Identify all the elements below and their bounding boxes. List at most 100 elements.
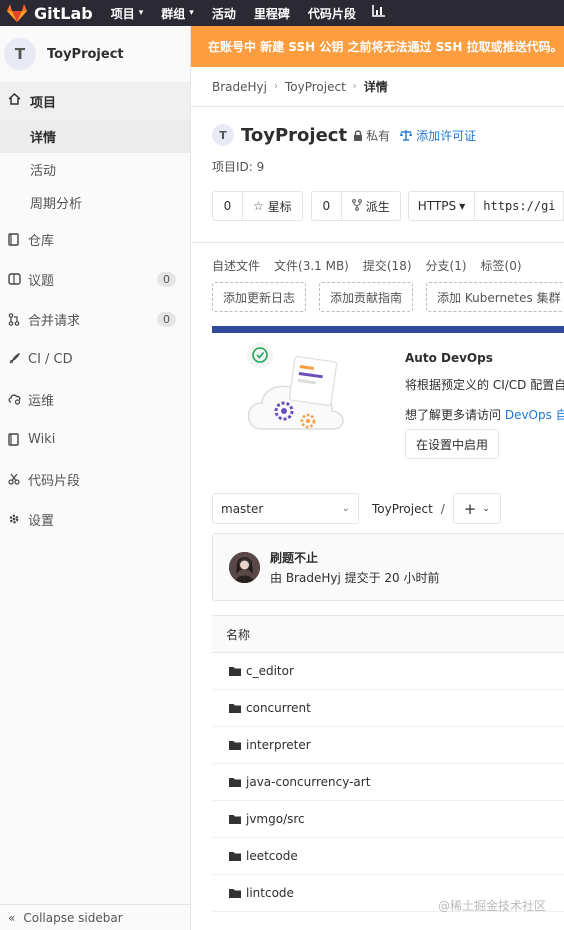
folder-icon (229, 703, 241, 713)
breadcrumb-current[interactable]: 详情 (364, 78, 388, 95)
add-changelog-button[interactable]: 添加更新日志 (212, 282, 307, 312)
watermark: @稀土掘金技术社区 (437, 899, 546, 913)
star-button-group: 0 ☆ 星标 (212, 191, 303, 221)
sidebar-project-header[interactable]: T ToyProject (0, 26, 190, 82)
project-avatar: T (212, 124, 234, 146)
nav-snippets[interactable]: 代码片段 (308, 5, 356, 22)
add-license-label: 添加许可证 (416, 128, 477, 143)
collapse-sidebar-label: Collapse sidebar (23, 910, 123, 925)
scale-icon (400, 129, 413, 141)
sidebar-item-label: CI / CD (28, 351, 73, 367)
stat-branches[interactable]: 分支(1) (426, 257, 467, 274)
breadcrumb: BradeHyj › ToyProject › 详情 (191, 67, 564, 107)
fork-label: 派生 (365, 199, 390, 214)
table-row[interactable]: java-concurrency-art (212, 764, 564, 801)
avatar[interactable] (229, 551, 260, 583)
plus-icon: + (463, 499, 477, 518)
commit-message[interactable]: 刷题不止 (270, 549, 440, 566)
project-id-value: 9 (256, 160, 265, 174)
fork-count[interactable]: 0 (312, 192, 342, 220)
sidebar-item-project[interactable]: 项目 (0, 82, 190, 120)
nav-milestones[interactable]: 里程碑 (254, 5, 290, 22)
nav-snippets-label: 代码片段 (307, 6, 356, 21)
folder-icon (229, 814, 241, 824)
sidebar-item-ci-cd[interactable]: CI / CD (0, 339, 190, 379)
enable-in-settings-button[interactable]: 在设置中启用 (405, 429, 500, 459)
book-icon (8, 432, 22, 446)
commit-meta: 由 BradeHyj 提交于 20 小时前 (270, 570, 440, 585)
clone-protocol-dropdown[interactable]: HTTPS ▼ (407, 191, 476, 221)
branch-name: master (221, 501, 264, 516)
table-row[interactable]: c_editor (212, 653, 564, 690)
chevron-down-icon: ▾ (189, 8, 194, 18)
table-header: 名称 (212, 616, 564, 653)
ssh-key-alert[interactable]: 在账号中 新建 SSH 公钥 之前将无法通过 SSH 拉取或推送代码。 (191, 26, 564, 67)
auto-devops-description: 将根据预定义的 CI/CD 配置自 (405, 378, 564, 392)
add-license-link[interactable]: 添加许可证 (400, 127, 476, 144)
project-avatar: T (4, 38, 36, 70)
fork-icon (351, 198, 362, 214)
stat-files[interactable]: 文件(3.1 MB) (274, 257, 349, 274)
progress-bar (212, 326, 564, 333)
file-name: leetcode (246, 849, 298, 863)
sidebar-item-settings[interactable]: 设置 (0, 499, 190, 539)
sidebar-item-snippets[interactable]: 代码片段 (0, 459, 190, 499)
sidebar-item-label: 设置 (28, 513, 55, 529)
nav-projects[interactable]: 项目 ▾ (111, 5, 144, 22)
devops-docs-link[interactable]: DevOps 自 (505, 408, 564, 422)
stat-readme[interactable]: 自述文件 (212, 257, 260, 274)
sidebar-subitem-cycle-analytics[interactable]: 周期分析 (0, 186, 190, 219)
folder-icon (229, 777, 241, 787)
nav-activity[interactable]: 活动 (212, 5, 236, 22)
sidebar-subitem-activity[interactable]: 活动 (0, 153, 190, 186)
sidebar-item-label: 代码片段 (28, 473, 81, 489)
clone-url-input[interactable]: https://gi (475, 191, 564, 221)
issues-icon (8, 273, 22, 285)
star-count[interactable]: 0 (213, 192, 243, 220)
collapse-sidebar-button[interactable]: « Collapse sidebar (0, 904, 191, 930)
chevron-right-icon: › (352, 81, 357, 92)
book-icon (8, 232, 22, 246)
add-kubernetes-button[interactable]: 添加 Kubernetes 集群 (426, 282, 564, 312)
stat-tags[interactable]: 标签(0) (481, 257, 522, 274)
add-file-dropdown[interactable]: + ⌄ (452, 493, 501, 524)
table-row[interactable]: leetcode (212, 838, 564, 875)
table-row[interactable]: interpreter (212, 727, 564, 764)
chevron-down-icon: ⌄ (341, 503, 350, 514)
breadcrumb-project[interactable]: ToyProject (285, 80, 346, 94)
nav-activity-label: 活动 (211, 6, 236, 21)
sidebar-item-label: 运维 (28, 393, 55, 409)
file-name: interpreter (246, 738, 311, 752)
sidebar-item-operations[interactable]: 运维 (0, 379, 190, 419)
file-name: lintcode (246, 886, 294, 900)
sidebar-item-wiki[interactable]: Wiki (0, 419, 190, 459)
nav-milestones-label: 里程碑 (253, 6, 290, 21)
branch-select[interactable]: master ⌄ (212, 493, 359, 524)
stat-commits[interactable]: 提交(18) (363, 257, 412, 274)
divider (191, 242, 564, 243)
gitlab-logo[interactable]: GitLab (6, 3, 93, 23)
sidebar-project-name: ToyProject (47, 46, 124, 62)
folder-icon (229, 888, 241, 898)
table-row[interactable]: jvmgo/src (212, 801, 564, 838)
main-content: 在账号中 新建 SSH 公钥 之前将无法通过 SSH 拉取或推送代码。 Brad… (191, 26, 564, 930)
file-name: java-concurrency-art (246, 775, 371, 789)
file-tree-table: 名称 c_editor concurrent interpreter java-… (212, 615, 564, 912)
sidebar-subitem-details[interactable]: 详情 (0, 120, 190, 153)
sidebar-item-label: 议题 (28, 273, 55, 289)
chart-icon[interactable] (372, 5, 386, 21)
breadcrumb-user[interactable]: BradeHyj (212, 80, 267, 94)
repo-path-project[interactable]: ToyProject (372, 502, 433, 516)
visibility-label: 私有 (366, 128, 391, 143)
fork-button-group: 0 派生 (310, 191, 401, 221)
visibility-badge: 私有 (353, 127, 390, 144)
star-button[interactable]: ☆ 星标 (243, 198, 302, 215)
sidebar-item-merge-requests[interactable]: 合并请求 0 (0, 299, 190, 339)
sidebar-item-issues[interactable]: 议题 0 (0, 259, 190, 299)
table-row[interactable]: concurrent (212, 690, 564, 727)
nav-groups[interactable]: 群组 ▾ (161, 5, 194, 22)
add-contributing-button[interactable]: 添加贡献指南 (319, 282, 414, 312)
sidebar-item-repository[interactable]: 仓库 (0, 219, 190, 259)
fork-button[interactable]: 派生 (342, 198, 400, 215)
auto-devops-banner: Auto DevOps 将根据预定义的 CI/CD 配置自 想了解更多请访问 D… (212, 333, 564, 493)
